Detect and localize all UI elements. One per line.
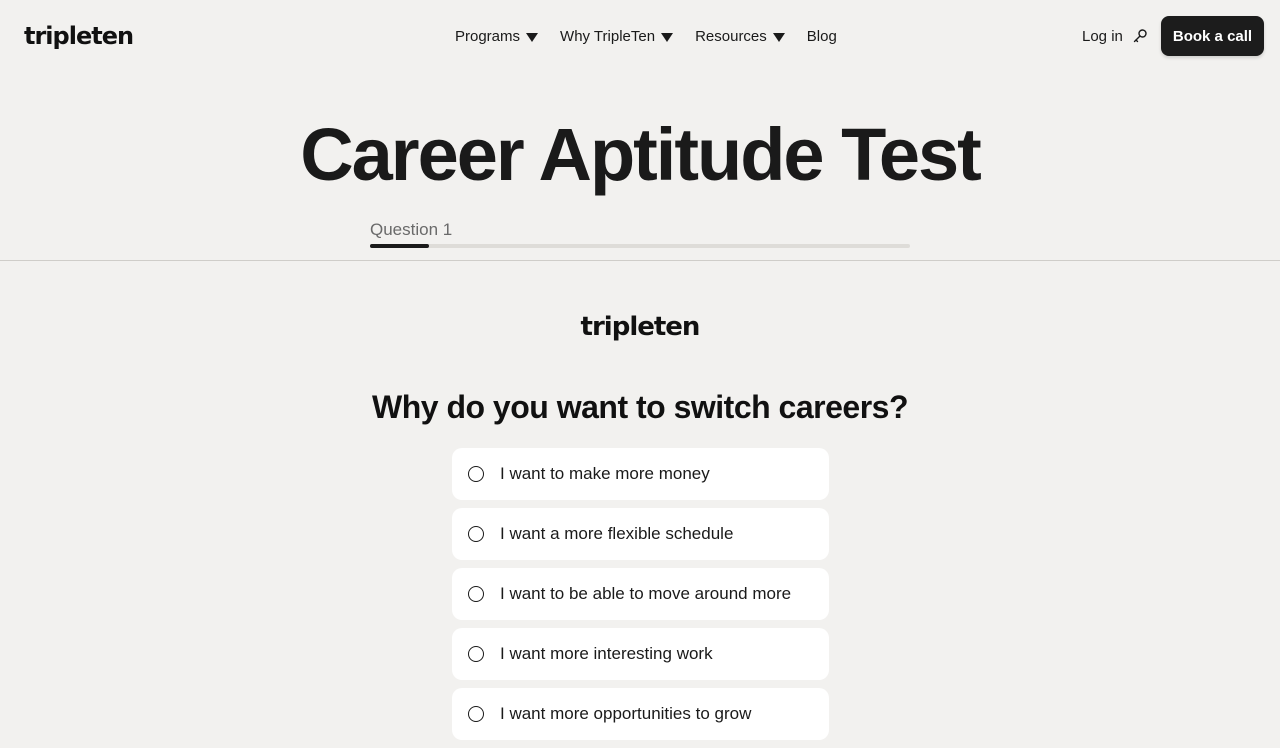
radio-button[interactable] (468, 466, 484, 482)
radio-button[interactable] (468, 646, 484, 662)
key-icon (1133, 29, 1147, 43)
progress-bar (370, 244, 910, 248)
tripleten-logo[interactable]: tripleten (24, 20, 134, 52)
menu-item-programs[interactable]: Programs (455, 27, 539, 45)
caret-down-icon (661, 32, 674, 42)
page-title: Career Aptitude Test (300, 113, 982, 196)
login-link[interactable]: Log in (1082, 24, 1148, 48)
option-label: I want to be able to move around more (500, 584, 792, 603)
menu-item-resources[interactable]: Resources (695, 28, 785, 45)
answer-option-flexible-schedule[interactable]: I want a more flexible schedule (452, 508, 829, 560)
menu-item-label: Resources (695, 27, 767, 45)
option-label: I want a more flexible schedule (500, 524, 734, 543)
option-label: I want more opportunities to grow (500, 704, 752, 723)
option-label: I want to make more money (500, 464, 710, 483)
book-a-call-button[interactable]: Book a call (1161, 16, 1264, 56)
menu-item-label: Blog (806, 27, 837, 45)
login-label: Log in (1082, 27, 1123, 45)
main-menu: Programs Why TripleTen Resources Blog (455, 24, 837, 48)
menu-item-label: Programs (455, 27, 521, 45)
menu-item-label: Why TripleTen (560, 27, 656, 45)
answer-option-interesting-work[interactable]: I want more interesting work (452, 628, 829, 680)
option-label: I want more interesting work (500, 644, 713, 663)
progress-bar-fill (370, 244, 430, 248)
caret-down-icon (526, 32, 539, 42)
menu-item-why-tripleten[interactable]: Why TripleTen (560, 27, 674, 45)
answer-option-opportunities-to-grow[interactable]: I want more opportunities to grow (452, 688, 829, 740)
radio-button[interactable] (468, 586, 484, 602)
quiz-logo: tripleten (580, 312, 701, 342)
answer-option-move-around[interactable]: I want to be able to move around more (452, 568, 829, 620)
caret-down-icon (772, 32, 785, 42)
radio-button[interactable] (468, 526, 484, 542)
answer-option-more-money[interactable]: I want to make more money (452, 448, 829, 500)
question-text: Why do you want to switch careers? (372, 389, 908, 425)
menu-item-blog[interactable]: Blog (807, 28, 837, 45)
divider (0, 260, 1280, 261)
top-nav: tripleten Programs Why TripleTen Resourc… (0, 0, 1280, 72)
question-counter: Question 1 (370, 220, 453, 239)
answer-options: I want to make more money I want a more … (452, 448, 829, 748)
